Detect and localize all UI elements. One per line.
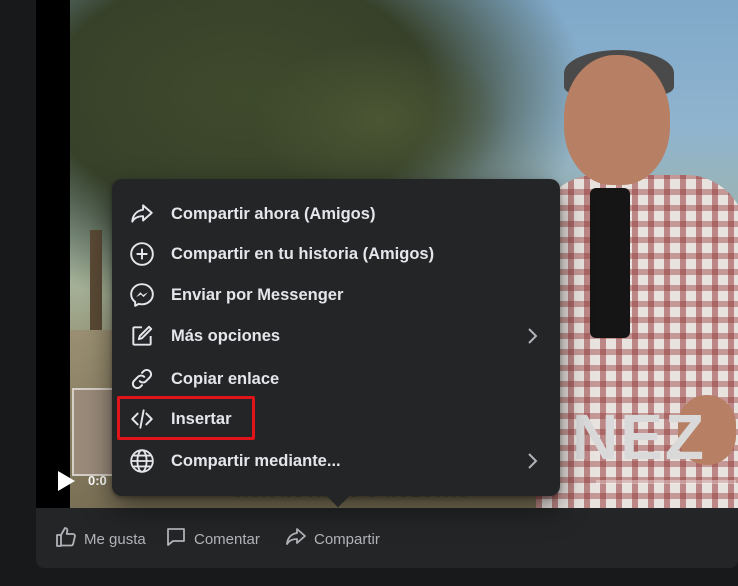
comment-button[interactable]: Comentar (164, 520, 260, 558)
menu-item-embed[interactable]: Insertar (120, 399, 552, 439)
menu-item-label: Compartir en tu historia (Amigos) (171, 244, 435, 263)
like-button[interactable]: Me gusta (54, 520, 146, 558)
menu-item-share-story[interactable]: Compartir en tu historia (Amigos) (120, 234, 552, 274)
like-icon (54, 525, 78, 553)
play-icon[interactable] (56, 470, 76, 492)
menu-item-label: Copiar enlace (171, 369, 280, 388)
like-label: Me gusta (84, 530, 146, 548)
menu-item-label: Enviar por Messenger (171, 285, 344, 304)
menu-item-label: Insertar (171, 409, 232, 428)
comment-icon (164, 525, 188, 553)
chevron-right-icon (522, 326, 542, 346)
chevron-right-icon (522, 451, 542, 471)
microphone (590, 188, 630, 338)
share-arrow-icon (128, 200, 156, 228)
menu-item-more-options[interactable]: Más opciones (120, 316, 552, 356)
video-progress-bar[interactable] (596, 480, 736, 484)
comment-label: Comentar (194, 530, 260, 548)
post-actions: Me gusta Comentar Compartir (36, 520, 738, 558)
menu-item-share-now[interactable]: Compartir ahora (Amigos) (120, 194, 552, 234)
share-icon (284, 525, 308, 553)
menu-item-label: Compartir mediante... (171, 451, 341, 470)
link-icon (128, 365, 156, 393)
code-icon (128, 405, 156, 433)
menu-item-share-via[interactable]: Compartir mediante... (120, 441, 552, 481)
menu-item-copy-link[interactable]: Copiar enlace (120, 359, 552, 399)
plus-circle-icon (128, 240, 156, 268)
video-time: 0:0 (88, 473, 107, 488)
share-label: Compartir (314, 530, 380, 548)
share-menu: Compartir ahora (Amigos) Compartir en tu… (112, 179, 560, 496)
menu-item-label: Compartir ahora (Amigos) (171, 204, 376, 223)
globe-icon (128, 447, 156, 475)
edit-icon (128, 322, 156, 350)
menu-item-label: Más opciones (171, 326, 281, 345)
messenger-icon (128, 281, 156, 309)
menu-item-messenger[interactable]: Enviar por Messenger (120, 275, 552, 315)
share-button[interactable]: Compartir (284, 520, 380, 558)
